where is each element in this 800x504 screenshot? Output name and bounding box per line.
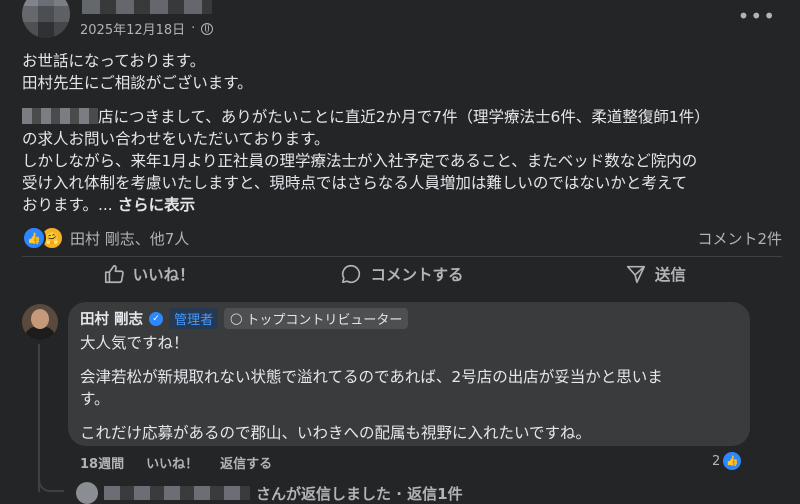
thread-line	[38, 344, 40, 492]
admin-badge: 管理者	[169, 308, 219, 329]
top-contributor-badge: ◯ トップコントリビューター	[224, 308, 409, 329]
post-line: 店につきまして、ありがたいことに直近2か月で7件（理学療法士6件、柔道整復師1件…	[22, 106, 782, 128]
post-author-avatar[interactable]	[22, 0, 70, 38]
send-icon	[626, 265, 645, 284]
post-date[interactable]: 2025年12月18日	[80, 19, 185, 38]
globe-icon	[201, 22, 214, 35]
reaction-icons[interactable]: 👍 🤗	[22, 226, 64, 250]
comment-count[interactable]: コメント2件	[697, 228, 782, 249]
redacted-text	[22, 108, 98, 124]
comment-button[interactable]: コメントする	[275, 258, 528, 290]
like-reaction-icon: 👍	[723, 452, 742, 470]
share-button[interactable]: 送信	[529, 258, 782, 290]
like-button[interactable]: いいね！	[22, 258, 275, 290]
post-line: お世話になっております。	[22, 52, 206, 70]
see-more-link[interactable]: さらに表示	[118, 196, 196, 214]
post-line: 田村先生にご相談がございます。	[22, 74, 253, 92]
comment-author-name[interactable]: 田村 剛志	[80, 308, 143, 329]
share-label: 送信	[654, 266, 686, 284]
divider	[22, 256, 782, 257]
comment-icon	[342, 264, 361, 284]
thread-connector	[38, 472, 64, 492]
badge-icon: ◯	[230, 312, 243, 325]
like-reaction-icon: 👍	[22, 226, 46, 250]
post-meta: 2025年12月18日 ·	[80, 19, 214, 38]
comment-like-count[interactable]: 2 👍	[712, 452, 742, 470]
action-bar: いいね！ コメントする 送信	[22, 258, 782, 290]
view-replies[interactable]: さんが返信しました · 返信1件	[76, 482, 463, 504]
more-icon[interactable]: •••	[738, 4, 776, 28]
comment-time[interactable]: 18週間	[80, 453, 124, 472]
comment-header: 田村 剛志 ✓ 管理者 ◯ トップコントリビューター	[80, 308, 409, 329]
post-line: おります。... さらに表示	[22, 196, 196, 214]
reply-author-name-redacted	[104, 486, 250, 500]
comment-like-button[interactable]: いいね！	[146, 453, 198, 472]
reaction-names[interactable]: 田村 剛志、他7人	[70, 228, 189, 249]
post-author-name-redacted[interactable]	[82, 0, 212, 14]
reply-author-avatar	[76, 482, 98, 504]
reactions-row: 👍 🤗 田村 剛志、他7人 コメント2件	[22, 224, 782, 252]
post-body: お世話になっております。 田村先生にご相談がございます。 店につきまして、ありが…	[22, 50, 782, 216]
thumbs-up-icon	[104, 264, 124, 284]
comment-text: 大人気ですね！ 会津若松が新規取れない状態で溢れてるのであれば、2号店の出店が妥…	[80, 334, 663, 442]
post-line: しかしながら、来年1月より正社員の理学療法士が入社予定であること、またベッド数な…	[22, 152, 698, 170]
comment-author-avatar[interactable]	[22, 304, 58, 340]
comment-label: コメントする	[370, 266, 464, 284]
verified-icon: ✓	[149, 311, 164, 326]
post-line: の求人お問い合わせをいただいております。	[22, 130, 330, 148]
comment-reply-button[interactable]: 返信する	[220, 453, 272, 472]
post-line: 受け入れ体制を考慮いたしますと、現時点ではさらなる人員増加は難しいのではないかと…	[22, 174, 688, 192]
like-label: いいね！	[132, 266, 195, 284]
comment-meta: 18週間 いいね！ 返信する	[80, 453, 272, 472]
